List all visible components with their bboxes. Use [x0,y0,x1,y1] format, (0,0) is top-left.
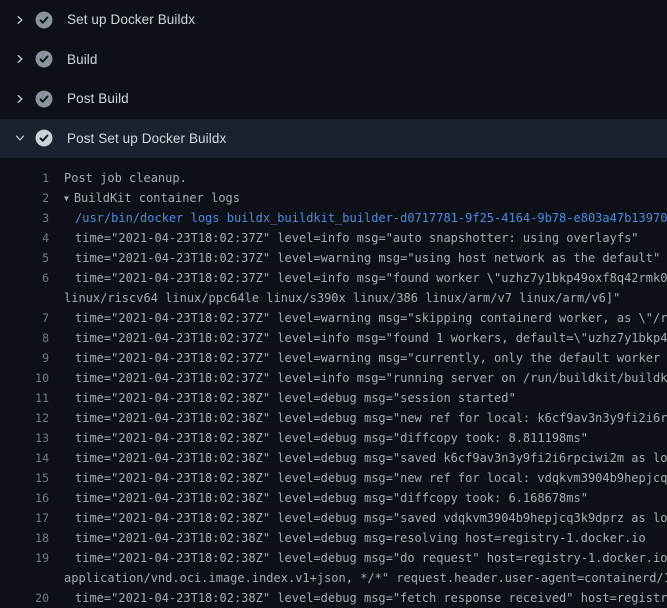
log-row: 20 time="2021-04-23T18:02:38Z" level=deb… [0,588,667,608]
line-number[interactable]: 15 [0,471,49,485]
log-line-text: time="2021-04-23T18:02:38Z" level=debug … [75,391,516,405]
workflow-log-viewer: Set up Docker Buildx Build Post Build Po… [0,0,667,608]
step-label: Post Set up Docker Buildx [67,131,226,146]
chevron-right-icon [12,52,27,67]
log-row: 18 time="2021-04-23T18:02:38Z" level=deb… [0,528,667,548]
line-number[interactable]: 17 [0,511,49,525]
log-row: application/vnd.oci.image.index.v1+json,… [0,568,667,588]
line-number[interactable]: 3 [0,211,49,225]
log-line-text: time="2021-04-23T18:02:38Z" level=debug … [75,551,667,565]
log-line-text: time="2021-04-23T18:02:38Z" level=debug … [75,411,667,425]
check-circle-icon [35,50,53,68]
log-line-text: Post job cleanup. [64,171,187,185]
log-line-text: time="2021-04-23T18:02:38Z" level=debug … [75,491,588,505]
log-line-text: linux/riscv64 linux/ppc64le linux/s390x … [64,291,620,305]
log-line-text: time="2021-04-23T18:02:38Z" level=debug … [75,451,667,465]
log-line-text: time="2021-04-23T18:02:38Z" level=debug … [75,531,646,545]
step-header-row-0[interactable]: Set up Docker Buildx [0,0,667,40]
step-label: Set up Docker Buildx [67,12,195,27]
line-number[interactable]: 10 [0,371,49,385]
line-number[interactable]: 11 [0,391,49,405]
step-header-row-3[interactable]: Post Set up Docker Buildx [0,119,667,159]
step-label: Post Build [67,91,129,106]
log-row: 8 time="2021-04-23T18:02:37Z" level=info… [0,328,667,348]
log-row: 15 time="2021-04-23T18:02:38Z" level=deb… [0,468,667,488]
line-number[interactable]: 20 [0,591,49,605]
log-row: 7 time="2021-04-23T18:02:37Z" level=warn… [0,308,667,328]
line-number[interactable]: 2 [0,191,49,205]
line-number[interactable]: 19 [0,551,49,565]
chevron-down-icon [12,131,27,146]
log-line-text: time="2021-04-23T18:02:38Z" level=debug … [75,511,667,525]
line-number[interactable]: 4 [0,231,49,245]
log-line-text: time="2021-04-23T18:02:37Z" level=info m… [75,231,639,245]
log-row: 9 time="2021-04-23T18:02:37Z" level=warn… [0,348,667,368]
log-row: 10 time="2021-04-23T18:02:37Z" level=inf… [0,368,667,388]
line-number[interactable]: 9 [0,351,49,365]
log-row: 5 time="2021-04-23T18:02:37Z" level=warn… [0,248,667,268]
chevron-right-icon [12,91,27,106]
log-row: 6 time="2021-04-23T18:02:37Z" level=info… [0,268,667,288]
step-label: Build [67,52,98,67]
check-circle-icon [35,11,53,29]
line-number[interactable]: 18 [0,531,49,545]
chevron-right-icon [12,12,27,27]
line-number[interactable]: 6 [0,271,49,285]
log-line-text: time="2021-04-23T18:02:37Z" level=info m… [75,371,667,385]
log-row: 19 time="2021-04-23T18:02:38Z" level=deb… [0,548,667,568]
line-number[interactable]: 5 [0,251,49,265]
log-line-text: time="2021-04-23T18:02:37Z" level=warnin… [75,311,667,325]
line-number[interactable]: 1 [0,171,49,185]
log-line-text: time="2021-04-23T18:02:38Z" level=debug … [75,431,588,445]
log-line-text[interactable]: ▼BuildKit container logs [64,191,240,205]
line-number[interactable]: 12 [0,411,49,425]
check-circle-icon [35,129,53,147]
line-number[interactable]: 16 [0,491,49,505]
line-number[interactable]: 14 [0,451,49,465]
check-circle-icon [35,90,53,108]
log-area: 1 Post job cleanup. 2 ▼BuildKit containe… [0,158,667,608]
log-row: 3 /usr/bin/docker logs buildx_buildkit_b… [0,208,667,228]
step-header-row-1[interactable]: Build [0,40,667,80]
log-row: 17 time="2021-04-23T18:02:38Z" level=deb… [0,508,667,528]
line-number[interactable]: 13 [0,431,49,445]
log-line-text: /usr/bin/docker logs buildx_buildkit_bui… [75,211,667,225]
log-line-text: time="2021-04-23T18:02:37Z" level=info m… [75,331,667,345]
log-line-text: time="2021-04-23T18:02:37Z" level=warnin… [75,251,660,265]
line-number[interactable]: 7 [0,311,49,325]
log-row: 16 time="2021-04-23T18:02:38Z" level=deb… [0,488,667,508]
log-row: 12 time="2021-04-23T18:02:38Z" level=deb… [0,408,667,428]
log-line-text: application/vnd.oci.image.index.v1+json,… [64,571,667,585]
line-number[interactable]: 8 [0,331,49,345]
log-line-text: time="2021-04-23T18:02:38Z" level=debug … [75,471,667,485]
log-row: 2 ▼BuildKit container logs [0,188,667,208]
log-line-text: time="2021-04-23T18:02:37Z" level=info m… [75,271,667,285]
log-row: 4 time="2021-04-23T18:02:37Z" level=info… [0,228,667,248]
triangle-down-icon: ▼ [64,194,69,203]
log-row: linux/riscv64 linux/ppc64le linux/s390x … [0,288,667,308]
log-row: 11 time="2021-04-23T18:02:38Z" level=deb… [0,388,667,408]
log-row: 1 Post job cleanup. [0,168,667,188]
step-header-row-2[interactable]: Post Build [0,79,667,119]
log-row: 14 time="2021-04-23T18:02:38Z" level=deb… [0,448,667,468]
log-line-text: time="2021-04-23T18:02:37Z" level=warnin… [75,351,667,365]
log-line-text: time="2021-04-23T18:02:38Z" level=debug … [75,591,667,605]
log-row: 13 time="2021-04-23T18:02:38Z" level=deb… [0,428,667,448]
step-list: Set up Docker Buildx Build Post Build Po… [0,0,667,158]
